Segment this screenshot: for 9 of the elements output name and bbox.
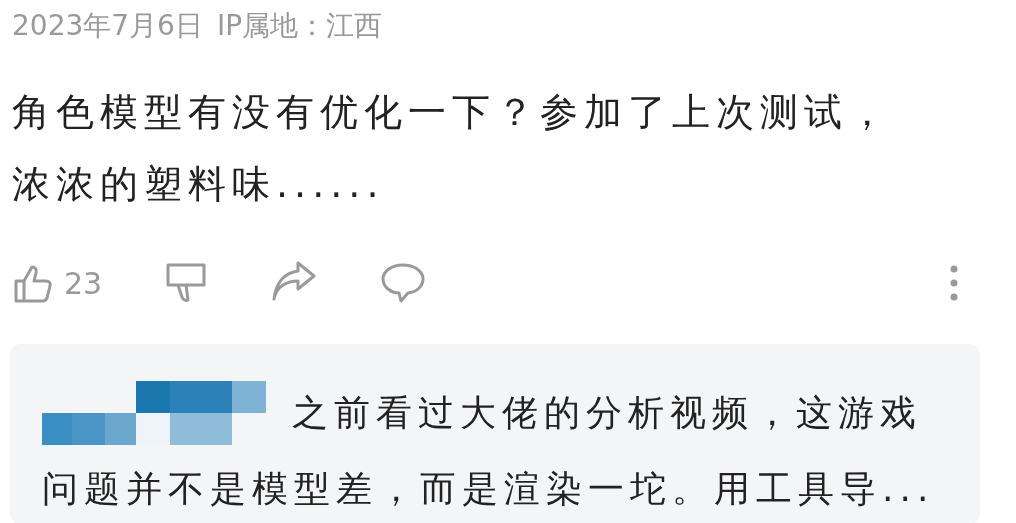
post-date: 2023年7月6日	[12, 8, 203, 44]
comment-text: 角色模型有没有优化一下？参加了上次测试，浓浓的塑料味......	[12, 89, 893, 208]
more-icon[interactable]	[950, 265, 958, 301]
thumbs-down-icon[interactable]	[164, 261, 209, 305]
comment-icon[interactable]	[380, 261, 427, 305]
like-count: 23	[64, 265, 103, 301]
reply-text: 之前看过大佬的分析视频，这游戏	[292, 390, 923, 435]
ip-location: IP属地：江西	[216, 8, 383, 44]
reply-text: 问题并不是模型差，而是渲染一坨。用工具导...	[42, 466, 935, 511]
